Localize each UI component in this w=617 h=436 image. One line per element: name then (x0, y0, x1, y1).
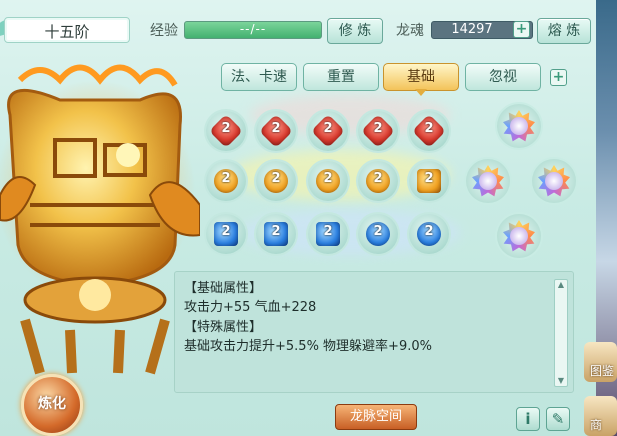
gem-glyph: 2 (221, 171, 231, 186)
edit-icon[interactable]: ✎ (546, 407, 570, 431)
urn-icon (0, 64, 201, 375)
gem-glyph: 2 (221, 121, 231, 136)
scroll-up-icon[interactable]: ▲ (555, 280, 567, 290)
gem-slot[interactable]: 2 (206, 111, 246, 151)
add-soul-plus-icon[interactable]: + (513, 21, 530, 38)
gem-slot[interactable]: 2 (358, 111, 398, 151)
info-icon[interactable]: i (516, 407, 540, 431)
gem-glyph: 2 (373, 224, 383, 239)
stage-label: 十五阶 (4, 17, 130, 43)
gem-slot[interactable]: 2 (256, 161, 296, 201)
exp-bar: --/-- (184, 21, 322, 39)
gem-slot[interactable]: 2 (308, 214, 348, 254)
gem-slot[interactable]: 2 (256, 214, 296, 254)
exp-label: 经验 (150, 23, 178, 39)
gem-slot[interactable]: 2 (308, 111, 348, 151)
refine-button[interactable]: 炼化 (21, 374, 83, 436)
special-attr-stats: 基础攻击力提升+5.5% 物理躲避率+9.0% (184, 339, 432, 354)
tab-reset[interactable]: 重置 (303, 63, 379, 91)
side-shop-label: 商 (590, 418, 603, 432)
gem-slot[interactable]: 2 (358, 161, 398, 201)
dragon-vein-space-button[interactable]: 龙脉空间 (335, 404, 417, 430)
soul-label: 龙魂 (396, 23, 424, 39)
gem-glyph: 2 (271, 224, 281, 239)
gem-glyph: 2 (271, 171, 281, 186)
star-core (545, 172, 563, 190)
side-codex-label: 图鉴 (590, 364, 615, 378)
gem-glyph: 2 (221, 224, 231, 239)
stage-text: 十五阶 (44, 23, 90, 41)
gem-slot[interactable]: 2 (206, 161, 246, 201)
gem-slot[interactable]: 2 (358, 214, 398, 254)
star-slot[interactable] (532, 159, 576, 203)
gem-slot[interactable]: 2 (409, 161, 449, 201)
exp-value: --/-- (239, 22, 267, 36)
dragon-urn-illustration (0, 55, 201, 375)
scroll-down-icon[interactable]: ▼ (555, 376, 567, 386)
refine-label: 炼化 (38, 396, 66, 412)
add-tab-plus-icon[interactable]: + (550, 69, 567, 86)
info-scrollbar[interactable]: ▲ ▼ (554, 279, 568, 387)
gem-glyph: 2 (424, 171, 434, 186)
smelt-button[interactable]: 熔 炼 (537, 18, 591, 44)
gem-glyph: 2 (373, 121, 383, 136)
star-slot[interactable] (497, 104, 541, 148)
gem-glyph: 2 (373, 171, 383, 186)
star-core (510, 117, 528, 135)
side-shop-button[interactable]: 商 (584, 396, 617, 436)
star-slot[interactable] (497, 214, 541, 258)
gem-glyph: 2 (323, 224, 333, 239)
gem-slot[interactable]: 2 (256, 111, 296, 151)
side-codex-button[interactable]: 图鉴 (584, 342, 617, 382)
gem-slot[interactable]: 2 (409, 214, 449, 254)
soul-value: 14297 (451, 22, 493, 37)
gem-slot[interactable]: 2 (409, 111, 449, 151)
special-attr-header: 【特殊属性】 (184, 320, 263, 335)
star-core (479, 172, 497, 190)
tab-magic-speed[interactable]: 法、卡速 (221, 63, 297, 91)
gem-slot[interactable]: 2 (206, 214, 246, 254)
tab-ignore[interactable]: 忽视 (465, 63, 541, 91)
gem-glyph: 2 (424, 224, 434, 239)
active-tab-arrow (415, 89, 427, 96)
star-slot[interactable] (466, 159, 510, 203)
attribute-info-box: 【基础属性】 攻击力+55 气血+228 【特殊属性】 基础攻击力提升+5.5%… (174, 271, 574, 393)
gem-glyph: 2 (323, 171, 333, 186)
basic-attr-stats: 攻击力+55 气血+228 (184, 300, 317, 315)
cultivate-button[interactable]: 修 炼 (327, 18, 383, 44)
gem-glyph: 2 (424, 121, 434, 136)
basic-attr-header: 【基础属性】 (184, 281, 263, 296)
tab-basic[interactable]: 基础 (383, 63, 459, 91)
gem-glyph: 2 (323, 121, 333, 136)
gem-glyph: 2 (271, 121, 281, 136)
gem-slot[interactable]: 2 (308, 161, 348, 201)
star-core (510, 227, 528, 245)
